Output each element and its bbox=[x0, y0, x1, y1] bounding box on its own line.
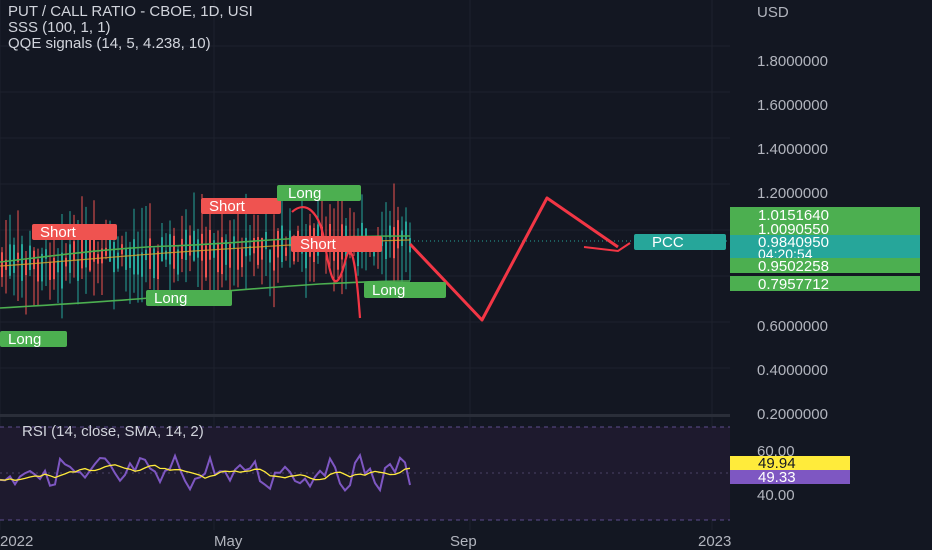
candle-body bbox=[105, 247, 107, 256]
candle-body bbox=[73, 241, 75, 261]
candle-body bbox=[153, 248, 155, 279]
time-tick: Sep bbox=[450, 533, 477, 550]
rsi-legend[interactable]: RSI (14, close, SMA, 14, 2) bbox=[22, 423, 204, 440]
svg-text:Short: Short bbox=[209, 198, 246, 215]
candle-body bbox=[181, 238, 183, 259]
svg-text:PCC: PCC bbox=[652, 234, 684, 251]
candle-body bbox=[13, 244, 15, 273]
time-axis[interactable]: 2022 May Sep 2023 bbox=[0, 533, 731, 550]
candle-body bbox=[397, 220, 399, 249]
candle-body bbox=[245, 237, 247, 257]
projection-arrowhead[interactable] bbox=[583, 242, 631, 253]
candle-body bbox=[161, 237, 163, 262]
candle-body bbox=[141, 252, 143, 277]
candle-body bbox=[65, 257, 67, 267]
candle-body bbox=[89, 237, 91, 271]
svg-text:Long: Long bbox=[372, 282, 405, 299]
svg-text:Long: Long bbox=[288, 185, 321, 202]
candle-body bbox=[125, 248, 127, 270]
candle-body bbox=[197, 239, 199, 258]
indicator-qqe-legend[interactable]: QQE signals (14, 5, 4.238, 10) bbox=[8, 35, 211, 52]
candle-body bbox=[217, 242, 219, 273]
candle-body bbox=[77, 259, 79, 281]
candle-body bbox=[213, 240, 215, 258]
rsi-value-label: 49.33 bbox=[730, 469, 850, 486]
signal-long-1: Long bbox=[0, 331, 67, 348]
svg-text:Long: Long bbox=[8, 331, 41, 348]
signal-long-2: Long bbox=[146, 290, 232, 307]
time-tick: May bbox=[214, 533, 243, 550]
projection-drawing[interactable] bbox=[408, 196, 619, 322]
svg-text:Short: Short bbox=[40, 224, 77, 241]
pcc-label[interactable]: PCC bbox=[634, 234, 726, 251]
candle-body bbox=[281, 225, 283, 263]
price-axis[interactable]: USD 1.8000000 1.6000000 1.4000000 1.2000… bbox=[730, 4, 920, 504]
candle-body bbox=[129, 247, 131, 268]
svg-text:49.33: 49.33 bbox=[758, 469, 796, 486]
candle-body bbox=[385, 241, 387, 260]
candle-body bbox=[293, 250, 295, 262]
time-tick: 2023 bbox=[698, 533, 731, 550]
candle-body bbox=[273, 239, 275, 271]
candle-body bbox=[229, 243, 231, 268]
indicator-sss-legend[interactable]: SSS (100, 1, 1) bbox=[8, 19, 111, 36]
candle-body bbox=[393, 227, 395, 259]
candle-body bbox=[157, 251, 159, 280]
price-tick: 0.6000000 bbox=[757, 318, 828, 335]
chart-window: Long Short Long Short Long Short Long PC… bbox=[0, 0, 932, 550]
chart-canvas[interactable]: Long Short Long Short Long Short Long PC… bbox=[0, 0, 932, 550]
currency-label: USD bbox=[757, 4, 789, 21]
candle-body bbox=[137, 254, 139, 275]
signal-short-1: Short bbox=[32, 224, 117, 241]
candle-body bbox=[241, 248, 243, 268]
price-tick: 1.4000000 bbox=[757, 141, 828, 158]
candle-body bbox=[33, 250, 35, 270]
svg-text:0.7957712: 0.7957712 bbox=[758, 276, 829, 293]
candle-body bbox=[401, 230, 403, 246]
pane-separator[interactable] bbox=[0, 414, 730, 417]
candle-body bbox=[201, 233, 203, 261]
signal-short-3: Short bbox=[291, 236, 382, 253]
price-tick: 1.2000000 bbox=[757, 185, 828, 202]
candle-body bbox=[177, 249, 179, 275]
candle-body bbox=[117, 252, 119, 269]
candle-body bbox=[285, 247, 287, 256]
price-tick: 0.4000000 bbox=[757, 362, 828, 379]
svg-text:Long: Long bbox=[154, 290, 187, 307]
candle-body bbox=[1, 252, 3, 278]
candle-body bbox=[41, 253, 43, 282]
chart-title[interactable]: PUT / CALL RATIO - CBOE, 1D, USI bbox=[8, 3, 253, 20]
price-tick: 1.6000000 bbox=[757, 97, 828, 114]
candle-body bbox=[169, 234, 171, 265]
price-tick: 1.8000000 bbox=[757, 53, 828, 70]
candle-body bbox=[237, 248, 239, 270]
signal-long-4: Long bbox=[364, 282, 446, 299]
time-tick: 2022 bbox=[0, 533, 33, 550]
candle-body bbox=[277, 231, 279, 258]
candle-body bbox=[69, 244, 71, 273]
signal-short-2: Short bbox=[201, 198, 281, 215]
price-tick: 0.2000000 bbox=[757, 406, 828, 423]
candle-body bbox=[165, 250, 167, 260]
candle-body bbox=[133, 239, 135, 275]
candle-body bbox=[21, 244, 23, 281]
signal-long-3: Long bbox=[277, 185, 361, 202]
rsi-tick: 40.00 bbox=[757, 487, 795, 504]
candle-body bbox=[269, 249, 271, 263]
candle-body bbox=[49, 262, 51, 280]
price-label-4: 0.9502258 bbox=[730, 258, 920, 275]
price-label-5: 0.7957712 bbox=[730, 276, 920, 293]
candle-body bbox=[53, 257, 55, 280]
svg-text:Short: Short bbox=[300, 236, 337, 253]
candle-body bbox=[25, 258, 27, 276]
svg-text:0.9502258: 0.9502258 bbox=[758, 258, 829, 275]
candle-body bbox=[61, 252, 63, 289]
